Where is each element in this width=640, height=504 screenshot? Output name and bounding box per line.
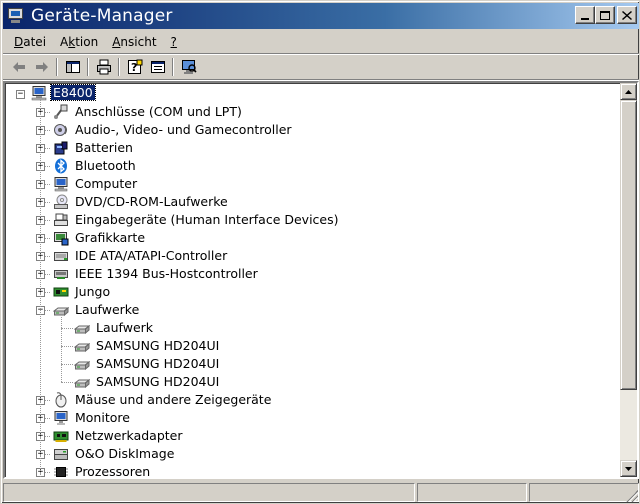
- root-collapse-toggle[interactable]: −: [16, 90, 25, 99]
- toolbar-separator: [172, 58, 174, 76]
- tree-category-label[interactable]: Batterien: [73, 140, 135, 155]
- tree-device-label[interactable]: SAMSUNG HD204UI: [94, 374, 221, 389]
- cdrom-icon: [54, 194, 68, 209]
- help-icon: ?: [127, 59, 142, 74]
- title-bar[interactable]: Geräte-Manager: [3, 3, 639, 29]
- disk-drive-icon: [74, 324, 90, 335]
- close-button[interactable]: [617, 6, 637, 24]
- mouse-icon: [55, 392, 67, 408]
- print-icon: [96, 59, 111, 75]
- tree-category-label[interactable]: Anschlüsse (COM und LPT): [73, 104, 244, 119]
- speaker-icon: [54, 124, 67, 136]
- tree-category-label[interactable]: Computer: [73, 176, 139, 191]
- properties-button[interactable]: [146, 56, 169, 78]
- back-arrow-icon: [12, 62, 25, 72]
- board-icon: [53, 287, 69, 297]
- disk-image-icon: [54, 449, 68, 460]
- scroll-down-button[interactable]: [620, 460, 637, 477]
- disk-drive-icon: [74, 342, 90, 353]
- disk-drive-icon: [74, 360, 90, 371]
- tree-category-label[interactable]: Bluetooth: [73, 158, 138, 173]
- scroll-up-arrow-icon: [625, 89, 632, 94]
- help-button[interactable]: ?: [123, 56, 146, 78]
- tree-connector: [40, 99, 41, 477]
- disk-drive-icon: [53, 306, 69, 317]
- bluetooth-icon: [55, 158, 67, 174]
- properties-icon: [150, 61, 165, 73]
- tree-connector: [61, 346, 73, 347]
- status-panel-main: [3, 483, 415, 502]
- device-tree[interactable]: − E8400 + Anschlüsse (COM und LPT) + Audio-…: [5, 83, 619, 477]
- menu-ansicht[interactable]: Ansicht: [105, 35, 163, 49]
- tree-connector: [61, 382, 73, 383]
- tree-device-label[interactable]: Laufwerk: [94, 320, 155, 335]
- status-panel-2: [417, 483, 527, 502]
- computer-icon: [54, 177, 68, 192]
- tree-category-label[interactable]: DVD/CD-ROM-Laufwerke: [73, 194, 230, 209]
- forward-arrow-icon: [35, 62, 48, 72]
- back-button[interactable]: [7, 56, 30, 78]
- status-panel-3: [529, 483, 639, 502]
- menu-help[interactable]: ?: [164, 35, 184, 49]
- vertical-scrollbar[interactable]: [620, 83, 637, 477]
- scroll-down-arrow-icon: [625, 466, 632, 471]
- scan-hardware-icon: [181, 60, 197, 74]
- ide-controller-icon: [54, 252, 68, 261]
- tree-category-label[interactable]: IDE ATA/ATAPI-Controller: [73, 248, 229, 263]
- tree-category-label[interactable]: Eingabegeräte (Human Interface Devices): [73, 212, 341, 227]
- toolbar: ?: [3, 55, 639, 79]
- tree-category-label[interactable]: Netzwerkadapter: [73, 428, 185, 443]
- tree-connector: [61, 317, 62, 382]
- status-bar: [3, 481, 639, 503]
- menu-datei[interactable]: Datei: [7, 35, 53, 49]
- resize-grip[interactable]: [626, 490, 638, 502]
- show-hide-console-tree-icon: [65, 61, 80, 73]
- tree-category-label[interactable]: Monitore: [73, 410, 132, 425]
- minimize-button[interactable]: [575, 6, 595, 24]
- toolbar-separator: [56, 58, 58, 76]
- scroll-up-button[interactable]: [620, 83, 637, 100]
- tree-category-label[interactable]: IEEE 1394 Bus-Hostcontroller: [73, 266, 260, 281]
- svg-text:?: ?: [131, 61, 137, 74]
- processor-icon: [54, 467, 68, 477]
- hid-icon: [54, 213, 68, 226]
- tree-category-label[interactable]: Prozessoren: [73, 464, 152, 477]
- toolbar-separator: [118, 58, 120, 76]
- firewire-icon: [54, 270, 68, 279]
- tree-category-label[interactable]: Jungo: [73, 284, 112, 299]
- show-hide-tree-button[interactable]: [61, 56, 84, 78]
- window-title: Geräte-Manager: [31, 6, 173, 26]
- tree-category-label[interactable]: O&O DiskImage: [73, 446, 176, 461]
- tree-root-label[interactable]: E8400: [50, 84, 96, 101]
- maximize-button[interactable]: [595, 6, 615, 24]
- menu-bar: Datei Aktion Ansicht ?: [3, 31, 639, 53]
- disk-drive-icon: [74, 378, 90, 389]
- computer-root-icon: [31, 86, 47, 101]
- display-adapter-icon: [54, 232, 69, 246]
- port-icon: [54, 104, 68, 119]
- forward-button[interactable]: [30, 56, 53, 78]
- tree-category-label[interactable]: Grafikkarte: [73, 230, 147, 245]
- tree-device-label[interactable]: SAMSUNG HD204UI: [94, 338, 221, 353]
- device-tree-pane: − E8400 + Anschlüsse (COM und LPT) + Audio-…: [3, 81, 639, 479]
- device-manager-window: Geräte-Manager Datei Aktion Ansicht ? ? …: [0, 0, 640, 504]
- scrollbar-thumb[interactable]: [620, 100, 637, 390]
- toolbar-separator: [87, 58, 89, 76]
- tree-connector: [61, 364, 73, 365]
- scan-hardware-button[interactable]: [177, 56, 200, 78]
- menu-aktion[interactable]: Aktion: [53, 35, 105, 49]
- network-adapter-icon: [53, 431, 69, 442]
- tree-category-label[interactable]: Audio-, Video- und Gamecontroller: [73, 122, 294, 137]
- tree-device-label[interactable]: SAMSUNG HD204UI: [94, 356, 221, 371]
- tree-category-label[interactable]: Laufwerke: [73, 302, 141, 317]
- battery-icon: [54, 141, 68, 155]
- tree-connector: [61, 328, 73, 329]
- tree-category-label[interactable]: Mäuse und andere Zeigegeräte: [73, 392, 273, 407]
- print-button[interactable]: [92, 56, 115, 78]
- monitor-icon: [54, 411, 68, 425]
- device-manager-icon: [7, 8, 25, 24]
